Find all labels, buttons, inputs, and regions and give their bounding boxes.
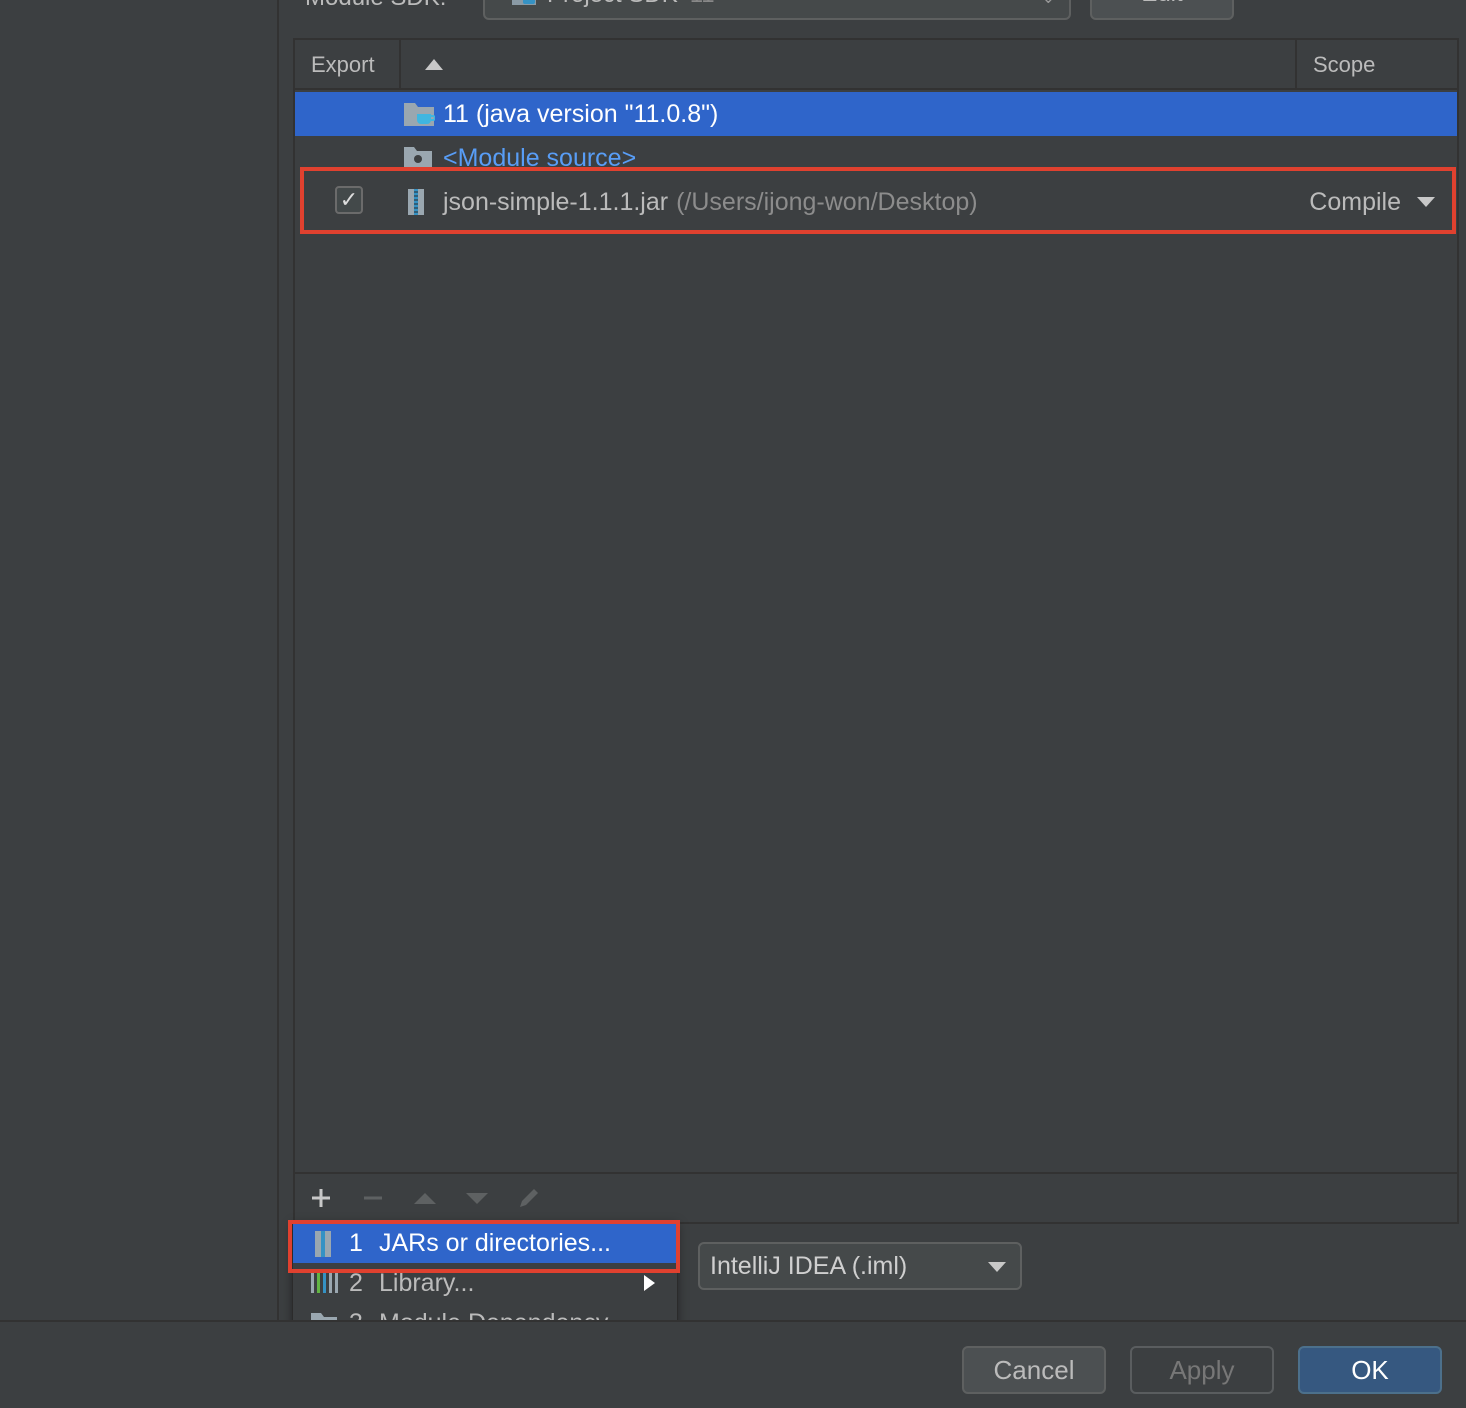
column-name-sort[interactable] xyxy=(399,40,1299,90)
cancel-button[interactable]: Cancel xyxy=(962,1346,1106,1394)
export-checkbox[interactable]: ✓ xyxy=(335,186,363,214)
dialog-button-bar: Cancel Apply OK xyxy=(0,1320,1466,1408)
add-icon[interactable] xyxy=(309,1186,333,1210)
jdk-folder-icon xyxy=(404,103,435,126)
column-scope[interactable]: Scope xyxy=(1295,40,1459,90)
jar-icon xyxy=(315,1231,331,1257)
move-down-icon[interactable] xyxy=(465,1186,489,1210)
table-toolbar xyxy=(295,1172,1457,1222)
submenu-arrow-icon xyxy=(644,1275,655,1291)
menu-item-jars[interactable]: 1 JARs or directories... xyxy=(293,1223,677,1263)
format-combo[interactable]: IntelliJ IDEA (.iml) xyxy=(698,1242,1022,1290)
table-row-module-source[interactable]: <Module source> xyxy=(295,136,1457,180)
module-sdk-label: Module SDK: xyxy=(305,0,446,12)
module-sdk-combo[interactable]: Project SDK 11 ⌄ xyxy=(483,0,1071,20)
table-header: Export Scope xyxy=(295,40,1457,90)
apply-button[interactable]: Apply xyxy=(1130,1346,1274,1394)
ok-button[interactable]: OK xyxy=(1298,1346,1442,1394)
format-value: IntelliJ IDEA (.iml) xyxy=(710,1251,908,1280)
jar-path: (/Users/ijong-won/Desktop) xyxy=(676,187,978,216)
scope-value: Compile xyxy=(1309,187,1401,216)
chevron-down-icon xyxy=(988,1262,1006,1272)
row-label: json-simple-1.1.1.jar (/Users/ijong-won/D… xyxy=(443,188,978,217)
column-export[interactable]: Export xyxy=(311,40,375,90)
module-folder-icon xyxy=(404,147,432,168)
row-label: 11 (java version "11.0.8") xyxy=(443,99,719,128)
settings-sidebar xyxy=(0,0,279,1320)
jar-name: json-simple-1.1.1.jar xyxy=(443,187,669,216)
chevron-down-icon: ⌄ xyxy=(1042,0,1055,8)
remove-icon[interactable] xyxy=(361,1186,385,1210)
scope-dropdown[interactable]: Compile xyxy=(1309,180,1435,224)
menu-item-label: Library... xyxy=(379,1268,475,1297)
edit-pencil-icon[interactable] xyxy=(517,1186,541,1210)
menu-item-label: JARs or directories... xyxy=(379,1228,612,1257)
menu-item-number: 1 xyxy=(349,1228,363,1257)
sort-ascending-icon xyxy=(425,59,443,70)
table-row-jar[interactable]: ✓ json-simple-1.1.1.jar (/Users/ijong-won… xyxy=(295,180,1457,224)
table-row-jdk[interactable]: 11 (java version "11.0.8") xyxy=(295,92,1457,136)
row-label-link[interactable]: <Module source> xyxy=(443,144,636,173)
jdk-icon xyxy=(512,0,536,5)
module-sdk-version: 11 xyxy=(690,0,715,9)
dependencies-table: Export Scope 11 (java version "11.0.8") … xyxy=(293,38,1459,1224)
edit-sdk-button[interactable]: Edit xyxy=(1090,0,1234,20)
chevron-down-icon xyxy=(1417,197,1435,207)
module-sdk-value: Project SDK xyxy=(547,0,678,9)
dependencies-panel: Module SDK: Project SDK 11 ⌄ Edit Export… xyxy=(281,0,1466,1320)
move-up-icon[interactable] xyxy=(413,1186,437,1210)
menu-item-number: 2 xyxy=(349,1268,363,1297)
menu-item-library[interactable]: 2 Library... xyxy=(293,1263,677,1303)
jar-icon xyxy=(408,189,424,215)
library-icon xyxy=(311,1273,338,1293)
